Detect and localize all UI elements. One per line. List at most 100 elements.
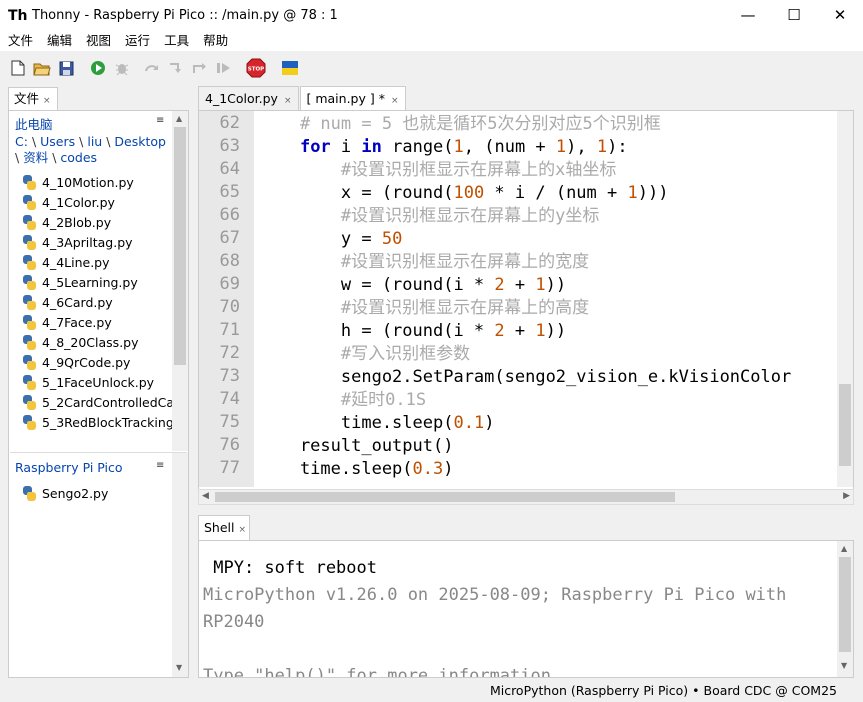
device-files-header[interactable]: Raspberry Pi Pico [15, 460, 123, 475]
tab-files-label: 文件 [14, 91, 40, 106]
list-item[interactable]: 4_2Blob.py [22, 212, 172, 232]
tab-label: 4_1Color.py [205, 91, 278, 106]
code-comment: # num = 5 也就是循环5次分别对应5个识别框 [259, 114, 661, 134]
close-icon[interactable]: × [43, 96, 51, 106]
menu-view[interactable]: 视图 [78, 31, 117, 51]
code-token: * i / (num + [484, 183, 628, 203]
editor-horizontal-scrollbar[interactable]: ◀ ▶ [198, 489, 854, 505]
list-item[interactable]: Sengo2.py [22, 483, 172, 503]
code-line: #设置识别框显示在屏幕上的x轴坐标 [259, 159, 616, 182]
code-token: )) [545, 275, 567, 295]
code-token: )) [545, 321, 567, 341]
shell-scrollbar[interactable]: ▲ ▼ [837, 541, 853, 677]
code-line: #写入识别框参数 [259, 343, 470, 366]
stop-icon[interactable]: STOP [245, 57, 267, 79]
code-line: #延时0.1S [259, 389, 426, 412]
file-name: Sengo2.py [42, 485, 109, 501]
close-icon[interactable]: × [239, 525, 247, 535]
maximize-button[interactable]: ☐ [771, 0, 817, 31]
code-line: h = (round(i * 2 + 1)) [259, 320, 566, 343]
menu-tools[interactable]: 工具 [156, 31, 195, 51]
code-token: time.sleep( [259, 459, 413, 479]
list-item[interactable]: 5_2CardControlledCar [22, 392, 172, 412]
list-item[interactable]: 5_1FaceUnlock.py [22, 372, 172, 392]
list-item[interactable]: 4_3Apriltag.py [22, 232, 172, 252]
tab-shell-label: Shell [204, 520, 235, 535]
tab-main-py[interactable]: [ main.py ] * × [299, 86, 406, 110]
close-button[interactable]: ✕ [817, 0, 863, 31]
ukraine-flag-icon[interactable] [279, 57, 301, 79]
path-part[interactable]: Users [40, 134, 75, 149]
code-line: for i in range(1, (num + 1), 1): [259, 136, 628, 159]
new-file-icon[interactable] [7, 57, 29, 79]
scroll-down-icon[interactable]: ▼ [176, 663, 182, 672]
code-area[interactable]: # num = 5 也就是循环5次分别对应5个识别框 for i in rang… [259, 111, 839, 487]
path-part[interactable]: 资料 [23, 150, 48, 165]
menu-run[interactable]: 运行 [117, 31, 156, 51]
close-icon[interactable]: × [284, 96, 292, 106]
line-number: 70 [219, 297, 240, 317]
scroll-thumb[interactable] [174, 127, 186, 365]
menu-help[interactable]: 帮助 [195, 31, 234, 51]
menu-file[interactable]: 文件 [0, 31, 39, 51]
tab-shell[interactable]: Shell × [198, 515, 250, 540]
open-folder-icon[interactable] [31, 57, 53, 79]
scroll-right-icon[interactable]: ▶ [843, 491, 850, 501]
line-number: 64 [219, 159, 240, 179]
list-item[interactable]: 4_4Line.py [22, 252, 172, 272]
menu-edit[interactable]: 编辑 [39, 31, 78, 51]
scroll-thumb[interactable] [839, 384, 851, 466]
local-files-scrollbar[interactable]: ▲ [172, 111, 188, 451]
line-number: 69 [219, 274, 240, 294]
list-item[interactable]: 4_7Face.py [22, 312, 172, 332]
list-item[interactable]: 4_6Card.py [22, 292, 172, 312]
code-token: ) [484, 413, 495, 433]
python-file-icon [22, 314, 37, 330]
path-part[interactable]: liu [87, 134, 102, 149]
list-item[interactable]: 5_3RedBlockTracking. [22, 412, 172, 432]
close-icon[interactable]: × [391, 96, 399, 106]
path-part[interactable]: Desktop [114, 134, 166, 149]
local-files-menu-icon[interactable]: ≡ [156, 115, 164, 126]
file-name: 4_5Learning.py [42, 274, 138, 290]
list-item[interactable]: 4_9QrCode.py [22, 352, 172, 372]
path-part[interactable]: codes [60, 150, 97, 165]
tab-files[interactable]: 文件 × [8, 87, 58, 110]
device-files-menu-icon[interactable]: ≡ [156, 460, 164, 471]
list-item[interactable]: 4_10Motion.py [22, 172, 172, 192]
debug-icon[interactable] [111, 57, 133, 79]
device-files-scrollbar[interactable]: ▼ [172, 453, 188, 677]
step-out-icon[interactable] [189, 57, 211, 79]
list-item[interactable]: 4_5Learning.py [22, 272, 172, 292]
scroll-thumb[interactable] [839, 557, 851, 652]
code-comment: #设置识别框显示在屏幕上的宽度 [259, 252, 590, 272]
shell-console[interactable]: MPY: soft reboot MicroPython v1.26.0 on 2… [198, 540, 854, 678]
tab-label: [ main.py ] * [306, 91, 385, 106]
scroll-up-icon[interactable]: ▲ [841, 544, 847, 553]
interpreter-status[interactable]: MicroPython (Raspberry Pi Pico) • Board … [490, 681, 837, 701]
python-file-icon [22, 274, 37, 290]
save-icon[interactable] [55, 57, 77, 79]
scroll-up-icon[interactable]: ▲ [176, 114, 182, 123]
scroll-down-icon[interactable]: ▼ [841, 661, 847, 670]
code-editor[interactable]: 62 63 64 65 66 67 68 69 70 71 72 73 74 75 76 77 # num =… [198, 110, 854, 503]
code-token: range( [381, 137, 454, 157]
device-file-list: Sengo2.py [22, 483, 172, 505]
step-into-icon[interactable] [165, 57, 187, 79]
tab-4-1color[interactable]: 4_1Color.py × [198, 86, 299, 110]
list-item[interactable]: 4_8_20Class.py [22, 332, 172, 352]
resume-icon[interactable] [213, 57, 235, 79]
path-part[interactable]: C: [15, 134, 28, 149]
run-icon[interactable] [87, 57, 109, 79]
code-number: 1 [453, 137, 464, 157]
editor-vertical-scrollbar[interactable] [837, 111, 853, 487]
scroll-left-icon[interactable]: ◀ [202, 491, 209, 501]
path-root[interactable]: 此电脑 [15, 117, 53, 132]
scroll-thumb[interactable] [215, 492, 675, 502]
line-number: 66 [219, 205, 240, 225]
list-item[interactable]: 4_1Color.py [22, 192, 172, 212]
shell-line: MicroPython v1.26.0 on 2025-08-09; Raspb… [203, 585, 787, 605]
minimize-button[interactable]: — [725, 0, 771, 31]
divider [10, 452, 187, 453]
step-over-icon[interactable] [141, 57, 163, 79]
